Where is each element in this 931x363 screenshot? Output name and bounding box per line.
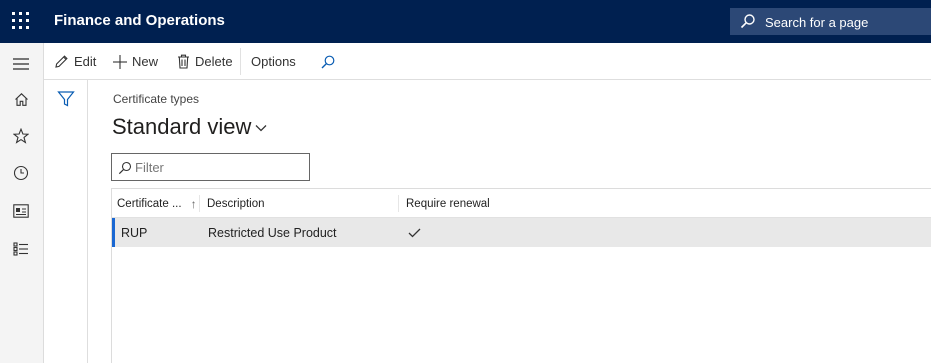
column-header-label: Description	[207, 197, 265, 210]
modules-list-icon[interactable]	[10, 238, 32, 260]
filter-funnel-icon[interactable]	[57, 90, 75, 108]
table-row[interactable]: RUP Restricted Use Product	[112, 218, 931, 247]
column-header-certificate-type[interactable]: Certificate ... ↑	[117, 189, 197, 218]
action-separator	[240, 48, 241, 75]
page-caption: Certificate types	[113, 92, 200, 106]
workspaces-icon[interactable]	[10, 200, 32, 222]
page-search-box[interactable]: Search for a page	[730, 8, 931, 35]
chevron-down-icon[interactable]	[255, 124, 267, 132]
checkmark-icon	[408, 228, 421, 237]
options-label: Options	[251, 54, 296, 69]
app-launcher-icon[interactable]	[12, 12, 30, 30]
column-divider[interactable]	[398, 195, 399, 212]
view-selector[interactable]: Standard view	[112, 114, 251, 140]
search-placeholder: Search for a page	[765, 15, 869, 30]
cell-certificate-type[interactable]: RUP	[121, 218, 147, 247]
top-bar: Finance and Operations Search for a page	[0, 0, 931, 43]
selected-row-marker	[112, 218, 115, 247]
filter-input[interactable]	[135, 158, 305, 176]
action-search-button[interactable]	[320, 43, 341, 80]
column-header-description[interactable]: Description	[207, 189, 265, 218]
action-pane: Edit New Delete Options	[44, 43, 931, 80]
delete-button[interactable]: Delete	[177, 43, 233, 80]
column-header-label: Certificate ...	[117, 197, 182, 210]
favorites-star-icon[interactable]	[10, 125, 32, 147]
quick-filter[interactable]	[111, 153, 310, 181]
certificate-types-grid: Certificate ... ↑ Description Require re…	[111, 188, 931, 363]
delete-label: Delete	[195, 54, 233, 69]
cell-description[interactable]: Restricted Use Product	[208, 218, 337, 247]
column-header-require-renewal[interactable]: Require renewal	[406, 189, 490, 218]
filter-pane	[44, 80, 88, 363]
cell-require-renewal[interactable]	[408, 218, 421, 247]
new-button[interactable]: New	[113, 43, 158, 80]
app-title[interactable]: Finance and Operations	[54, 12, 225, 29]
plus-icon	[113, 54, 127, 69]
search-icon	[118, 161, 132, 175]
home-icon[interactable]	[10, 88, 32, 110]
search-icon	[321, 55, 335, 68]
edit-pencil-icon	[55, 55, 68, 68]
column-header-label: Require renewal	[406, 197, 490, 210]
main-content: Certificate types Standard view Certific…	[88, 80, 931, 363]
trash-icon	[178, 54, 189, 69]
search-icon	[740, 14, 755, 29]
options-tab[interactable]: Options	[251, 43, 296, 80]
edit-label: Edit	[74, 54, 97, 69]
hamburger-icon[interactable]	[10, 53, 32, 75]
edit-button[interactable]: Edit	[54, 43, 96, 80]
column-divider[interactable]	[199, 195, 200, 212]
sort-ascending-icon: ↑	[190, 196, 197, 211]
grid-header: Certificate ... ↑ Description Require re…	[112, 189, 931, 218]
navigation-pane	[0, 43, 44, 363]
new-label: New	[132, 54, 159, 69]
recent-clock-icon[interactable]	[10, 162, 32, 184]
